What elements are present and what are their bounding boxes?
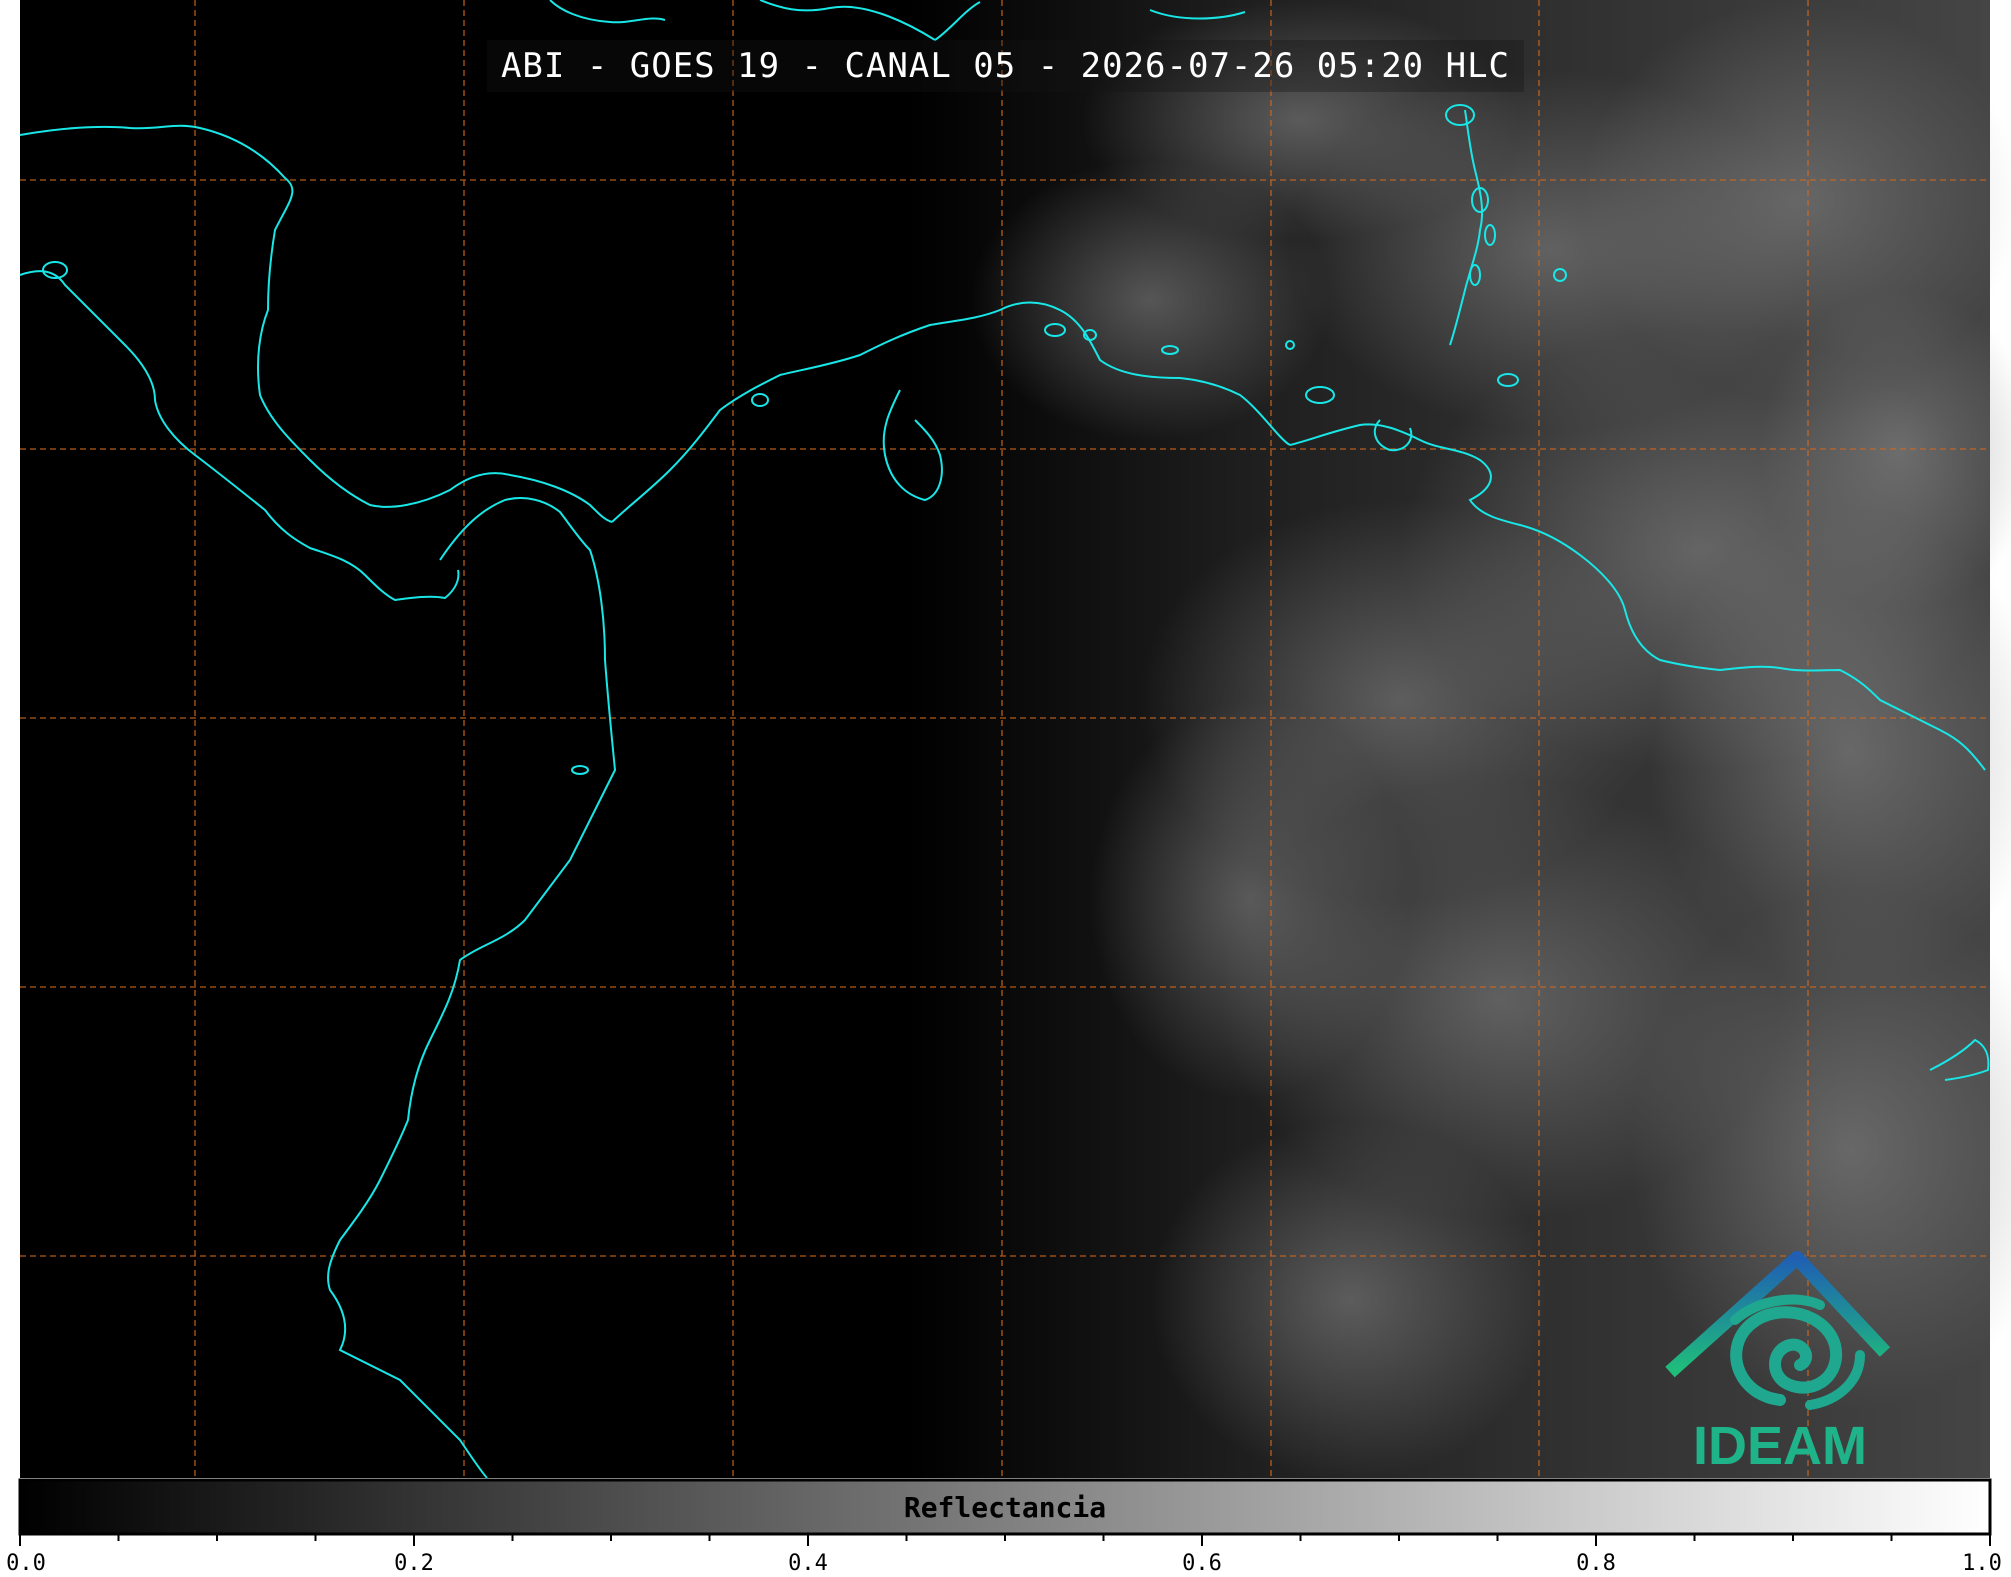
colorbar-tick-label: 0.2 — [394, 1551, 434, 1576]
logo-text: IDEAM — [1693, 1416, 1867, 1476]
colorbar-tick-label: 0.0 — [6, 1551, 46, 1576]
colorbar-label: Reflectancia — [903, 1491, 1107, 1524]
colorbar-ticks — [19, 1534, 1991, 1546]
satellite-map: IDEAM — [18, 0, 2011, 1546]
colorbar-tick-label: 0.8 — [1576, 1551, 1616, 1576]
colorbar-tick-label: 1.0 — [1962, 1551, 2002, 1576]
colorbar-tick-label: 0.6 — [1182, 1551, 1222, 1576]
colorbar-tick-label: 0.4 — [788, 1551, 828, 1576]
